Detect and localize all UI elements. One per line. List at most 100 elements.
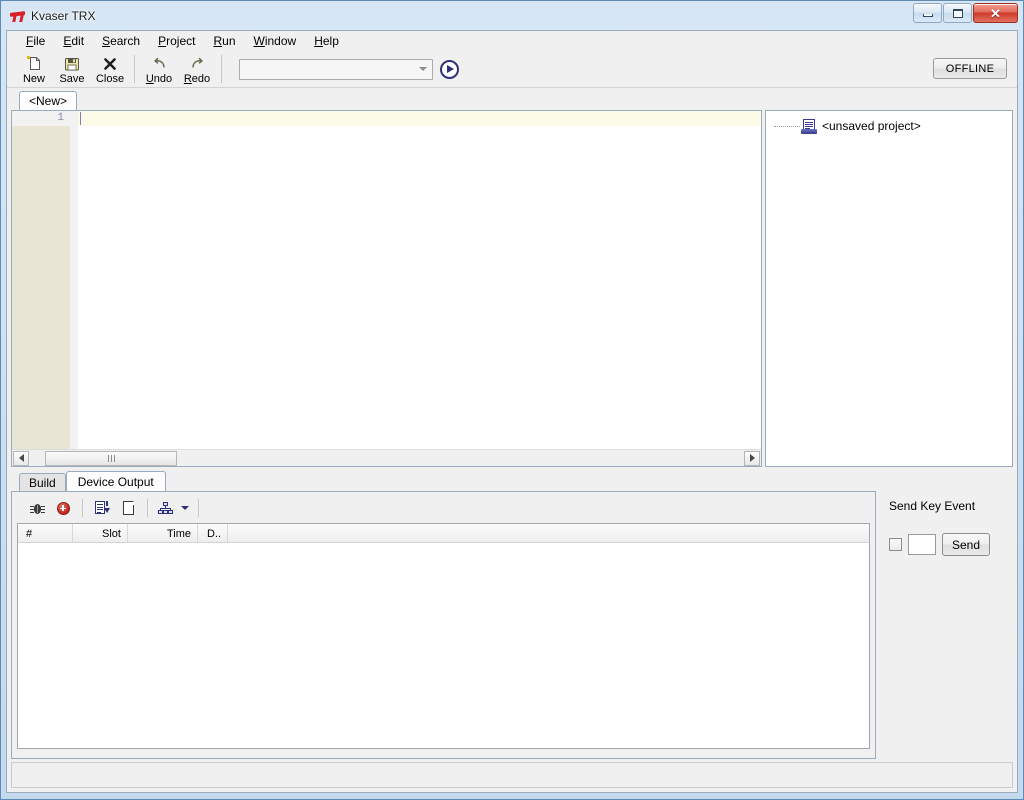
editor-horizontal-scrollbar[interactable] <box>12 449 761 466</box>
redo-button[interactable]: Redo <box>178 52 216 87</box>
client-area: File Edit Search Project Run Window Help… <box>6 30 1018 793</box>
menu-edit[interactable]: Edit <box>54 32 93 50</box>
chevron-down-icon <box>419 67 427 71</box>
save-disk-icon <box>64 55 80 73</box>
menu-run[interactable]: Run <box>204 32 244 50</box>
output-tabstrip: Build Device Output <box>11 471 876 491</box>
send-key-event-row: Send <box>889 533 1003 556</box>
record-stop-button[interactable] <box>51 497 75 519</box>
output-toolbar-separator-2 <box>147 499 148 517</box>
save-button-label: Save <box>59 74 84 85</box>
scrollbar-track[interactable] <box>29 451 744 466</box>
chevron-right-icon <box>750 454 755 462</box>
undo-button-label: Undo <box>146 74 172 85</box>
tab-device-output[interactable]: Device Output <box>66 471 166 491</box>
work-area: <New> 1 <box>7 88 1017 467</box>
menu-window[interactable]: Window <box>245 32 306 50</box>
device-output-container: # Slot Time D.. <box>11 491 876 759</box>
target-select[interactable] <box>239 59 433 80</box>
code-area[interactable] <box>78 111 761 449</box>
output-toolbar-separator-3 <box>198 499 199 517</box>
undo-button[interactable]: Undo <box>140 52 178 87</box>
save-button[interactable]: Save <box>53 52 91 87</box>
clear-page-icon <box>123 501 134 515</box>
close-x-icon <box>102 55 118 73</box>
chevron-down-icon <box>181 506 189 510</box>
application-window: Kvaser TRX ✕ File Edit Search Project Ru… <box>0 0 1024 800</box>
scroll-left-button[interactable] <box>13 451 29 466</box>
redo-button-label: Redo <box>184 74 210 85</box>
send-key-event-panel: Send Key Event Send <box>879 491 1013 759</box>
menu-bar: File Edit Search Project Run Window Help <box>7 31 1017 51</box>
run-play-icon[interactable] <box>440 60 459 79</box>
editor-gutter: 1 <box>12 111 70 449</box>
bug-icon <box>30 502 45 515</box>
tree-connector <box>774 126 800 127</box>
project-tree-item-label: <unsaved project> <box>822 119 921 133</box>
editor-pane: <New> 1 <box>11 91 762 467</box>
new-button[interactable]: New <box>15 52 53 87</box>
editor-body[interactable]: 1 <box>12 111 761 449</box>
tab-new[interactable]: <New> <box>19 91 77 110</box>
maximize-icon <box>953 9 963 18</box>
line-number: 1 <box>12 111 70 126</box>
toolbar-separator-2 <box>221 55 222 83</box>
bug-button[interactable] <box>25 497 49 519</box>
chevron-left-icon <box>19 454 24 462</box>
active-line-highlight <box>78 111 761 126</box>
column-header-index[interactable]: # <box>18 524 73 543</box>
record-stop-icon <box>57 502 70 515</box>
column-header-time[interactable]: Time <box>128 524 198 543</box>
grip-icon <box>108 455 115 462</box>
window-title: Kvaser TRX <box>31 9 95 23</box>
project-tree-item[interactable]: <unsaved project> <box>770 117 1008 135</box>
grid-body[interactable] <box>18 543 869 748</box>
send-button[interactable]: Send <box>942 533 990 556</box>
scrollbar-thumb[interactable] <box>45 451 177 466</box>
new-button-label: New <box>23 74 45 85</box>
column-header-filler <box>228 524 869 543</box>
tree-view-button[interactable] <box>155 497 175 519</box>
scroll-right-button[interactable] <box>744 451 760 466</box>
text-caret <box>80 112 81 125</box>
redo-arrow-icon <box>189 55 206 73</box>
tab-build[interactable]: Build <box>19 473 66 491</box>
close-doc-button[interactable]: Close <box>91 52 129 87</box>
project-document-icon <box>801 119 817 134</box>
tree-view-dropdown[interactable] <box>177 497 191 519</box>
close-icon: ✕ <box>990 7 1001 20</box>
status-bar <box>11 762 1013 788</box>
device-output-grid[interactable]: # Slot Time D.. <box>17 523 870 749</box>
menu-search[interactable]: Search <box>93 32 149 50</box>
main-toolbar: New Save <box>7 51 1017 88</box>
title-bar: Kvaser TRX ✕ <box>6 5 1018 27</box>
toolbar-separator <box>134 55 135 83</box>
new-file-icon <box>26 55 43 73</box>
scroll-to-end-button[interactable] <box>90 497 114 519</box>
output-toolbar <box>15 495 872 521</box>
column-header-data[interactable]: D.. <box>198 524 228 543</box>
kvaser-logo-icon <box>10 9 26 23</box>
key-event-checkbox[interactable] <box>889 538 902 551</box>
undo-arrow-icon <box>151 55 168 73</box>
close-doc-button-label: Close <box>96 74 124 85</box>
scroll-to-end-icon <box>95 501 110 515</box>
tree-view-icon <box>158 502 173 515</box>
menu-help[interactable]: Help <box>305 32 348 50</box>
maximize-button[interactable] <box>943 3 972 23</box>
minimize-icon <box>923 14 933 17</box>
clear-output-button[interactable] <box>116 497 140 519</box>
editor-container: 1 <box>11 110 762 467</box>
window-controls: ✕ <box>913 3 1018 23</box>
key-event-input[interactable] <box>908 534 936 555</box>
output-pane: Build Device Output <box>11 471 876 759</box>
column-header-slot[interactable]: Slot <box>73 524 128 543</box>
output-toolbar-separator <box>82 499 83 517</box>
menu-project[interactable]: Project <box>149 32 204 50</box>
close-button[interactable]: ✕ <box>973 3 1018 23</box>
minimize-button[interactable] <box>913 3 942 23</box>
project-explorer[interactable]: <unsaved project> <box>765 110 1013 467</box>
bottom-area: Build Device Output <box>7 467 1017 759</box>
status-badge[interactable]: OFFLINE <box>933 58 1007 79</box>
menu-file[interactable]: File <box>17 32 54 50</box>
